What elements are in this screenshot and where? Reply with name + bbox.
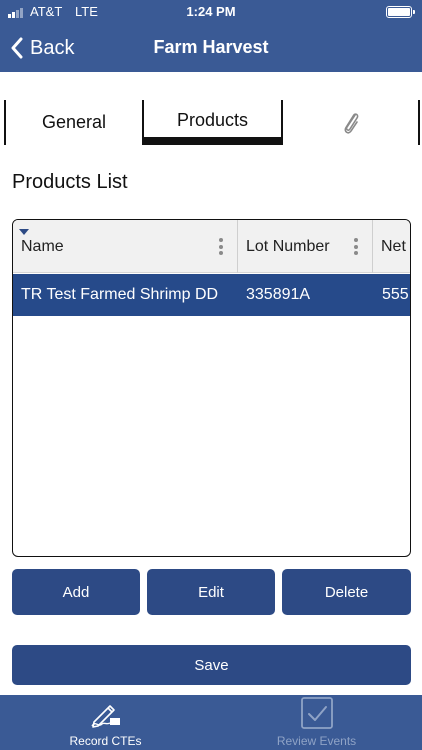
cell-lot-number: 335891A [246, 286, 311, 303]
bottom-tab-record-ctes[interactable]: Record CTEs [0, 695, 211, 750]
page-title: Farm Harvest [153, 37, 269, 57]
cell-name: TR Test Farmed Shrimp DD [21, 286, 219, 303]
tab-products[interactable]: Products [142, 100, 283, 145]
status-bar: AT&T LTE 1:24 PM [0, 0, 422, 24]
column-menu-icon[interactable] [354, 238, 358, 255]
save-button[interactable]: Save [12, 645, 411, 685]
column-header-net[interactable]: Net [373, 220, 410, 273]
edit-button[interactable]: Edit [147, 569, 275, 615]
column-header-net-label: Net [381, 237, 406, 255]
products-grid: Name Lot Number Net TR Test Farmed Shrim… [12, 219, 411, 557]
column-header-lot-label: Lot Number [246, 237, 330, 255]
tab-attachments[interactable] [283, 100, 420, 145]
products-list-title: Products List [12, 171, 128, 193]
sort-descending-icon [19, 229, 29, 235]
delete-button[interactable]: Delete [282, 569, 411, 615]
battery-icon [386, 6, 415, 18]
bottom-tab-record-label: Record CTEs [69, 734, 142, 748]
status-time: 1:24 PM [186, 4, 236, 19]
column-header-name[interactable]: Name [13, 220, 238, 273]
checklist-icon [300, 697, 333, 729]
add-button[interactable]: Add [12, 569, 140, 615]
column-menu-icon[interactable] [219, 238, 223, 255]
cell-net: 555 [382, 286, 409, 303]
tab-general-label: General [41, 112, 107, 132]
column-header-name-label: Name [21, 237, 64, 255]
tab-products-label: Products [176, 110, 249, 130]
bottom-tab-review-label: Review Events [276, 734, 357, 748]
pen-signature-icon [90, 705, 120, 728]
nav-bar: AT&T LTE 1:24 PM Back Farm Harvest [0, 0, 422, 72]
bottom-tab-bar: Record CTEs Review Events [0, 695, 422, 750]
bottom-tab-review-events[interactable]: Review Events [211, 695, 422, 750]
column-header-lot-number[interactable]: Lot Number [238, 220, 373, 273]
tab-general[interactable]: General [4, 100, 142, 145]
grid-header: Name Lot Number Net [13, 220, 410, 273]
tab-bar: General Products [4, 100, 420, 145]
table-row[interactable]: TR Test Farmed Shrimp DD 335891A 555 [13, 274, 410, 316]
paperclip-icon [344, 112, 358, 134]
